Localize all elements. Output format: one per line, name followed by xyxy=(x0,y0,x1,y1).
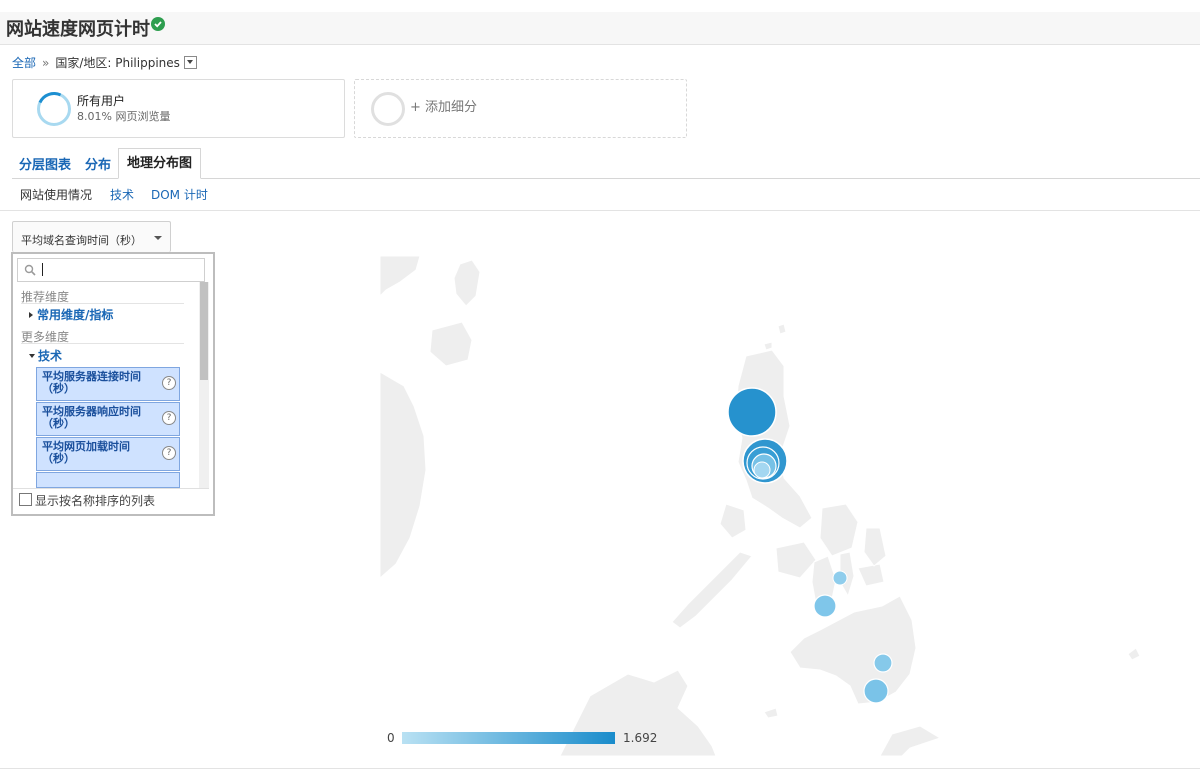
map-region-hainan xyxy=(429,321,473,367)
metric-selector[interactable]: 平均域名查询时间（秒） xyxy=(12,221,171,252)
map-bubble xyxy=(727,387,777,437)
group-divider xyxy=(21,303,184,304)
map-region-mindanao xyxy=(789,595,917,705)
metric-option-label: 平均服务器响应时间（秒） xyxy=(42,405,141,430)
text-cursor xyxy=(42,263,43,276)
map-bubble xyxy=(813,594,837,618)
map-bubble xyxy=(863,678,889,704)
breadcrumb: 全部 » 国家/地区: Philippines xyxy=(12,54,197,71)
help-icon[interactable]: ? xyxy=(162,376,176,390)
tab-distribution[interactable]: 分布 xyxy=(85,154,111,173)
segment-name: 所有用户 xyxy=(77,94,126,108)
tab-geo-map[interactable]: 地理分布图 xyxy=(118,148,202,179)
map-bubble xyxy=(832,570,848,586)
map-region-mindoro xyxy=(719,503,747,539)
tree-item-technology[interactable]: 技术 xyxy=(29,347,62,364)
map-region-vietnam xyxy=(380,371,427,579)
metric-picker-dropdown: 推荐维度 常用维度/指标 更多维度 技术 平均服务器连接时间（秒） ? 平均服务… xyxy=(11,252,215,516)
map-region-samar xyxy=(819,503,859,557)
subnav-technology[interactable]: 技术 xyxy=(110,186,134,203)
metric-option-label: 平均服务器连接时间（秒） xyxy=(42,370,141,395)
subnav-site-usage[interactable]: 网站使用情况 xyxy=(20,186,92,203)
map-region-bohol xyxy=(857,563,885,587)
segment-share: 8.01% 网页浏览量 xyxy=(77,110,171,123)
legend-min-value: 0 xyxy=(387,731,395,745)
picker-footer: 显示按名称排序的列表 xyxy=(13,488,209,513)
tab-hierarchy[interactable]: 分层图表 xyxy=(19,154,71,173)
map-region-mainland-coast xyxy=(380,256,421,297)
caret-right-icon xyxy=(29,312,33,318)
map-region-leyte xyxy=(863,527,887,567)
add-segment-button[interactable]: + 添加细分 xyxy=(410,96,477,115)
breadcrumb-filter: 国家/地区: Philippines xyxy=(55,56,180,70)
filter-dropdown-icon[interactable] xyxy=(183,56,197,69)
breadcrumb-root-link[interactable]: 全部 xyxy=(12,56,36,70)
metric-option-partial[interactable] xyxy=(36,472,180,488)
picker-scrollbar-thumb[interactable] xyxy=(200,282,208,380)
caret-down-icon xyxy=(29,354,35,358)
tree-item-technology-label: 技术 xyxy=(38,349,63,363)
view-tabs: 分层图表 分布 地理分布图 xyxy=(12,148,1200,179)
divider xyxy=(0,768,1200,769)
map-bubble xyxy=(873,653,893,673)
metric-option-label: 平均网页加载时间（秒） xyxy=(42,440,130,465)
map-region-east-islands xyxy=(1127,647,1141,661)
map-region-sulawesi xyxy=(879,725,942,756)
tree-item-common[interactable]: 常用维度/指标 xyxy=(29,306,113,323)
sort-by-name-checkbox[interactable] xyxy=(19,493,32,506)
map-region-palawan xyxy=(671,551,753,629)
map-region-taiwan xyxy=(453,259,481,307)
page-header: 网站速度网页计时 xyxy=(0,12,1200,45)
map-region-babuyan xyxy=(763,341,773,351)
search-icon xyxy=(24,264,36,276)
segment-card-all-users[interactable]: 所有用户 8.01% 网页浏览量 xyxy=(12,79,345,138)
help-icon[interactable]: ? xyxy=(162,411,176,425)
subnav-dom-timing[interactable]: DOM 计时 xyxy=(151,186,208,203)
map-region-batanes xyxy=(777,323,787,335)
page-title: 网站速度网页计时 xyxy=(6,19,150,40)
map-region-panay xyxy=(775,541,817,579)
tree-item-common-label: 常用维度/指标 xyxy=(37,308,114,322)
sort-by-name-label: 显示按名称排序的列表 xyxy=(35,494,156,508)
breadcrumb-separator: » xyxy=(42,56,50,70)
chevron-down-icon xyxy=(154,236,162,240)
metric-selector-value: 平均域名查询时间（秒） xyxy=(21,234,142,247)
map-bubble xyxy=(753,461,771,479)
group-divider xyxy=(21,343,184,344)
help-icon[interactable]: ? xyxy=(162,446,176,460)
map-region-sulu xyxy=(763,707,779,719)
legend-max-value: 1.692 xyxy=(623,731,658,745)
add-segment-card[interactable]: + 添加细分 xyxy=(354,79,687,138)
empty-segment-ring-icon xyxy=(371,92,405,126)
metric-option-page-load-time[interactable]: 平均网页加载时间（秒） ? xyxy=(36,437,180,471)
legend-color-scale xyxy=(402,732,615,744)
segment-ring-arc xyxy=(32,87,76,131)
map-region-luzon xyxy=(735,349,813,529)
metric-option-connect-time[interactable]: 平均服务器连接时间（秒） ? xyxy=(36,367,180,401)
metric-search-input[interactable] xyxy=(17,258,205,282)
metric-option-response-time[interactable]: 平均服务器响应时间（秒） ? xyxy=(36,402,180,436)
geo-map xyxy=(380,256,1141,756)
sub-navigation: 网站使用情况 技术 DOM 计时 xyxy=(0,178,1200,211)
verified-check-icon xyxy=(151,17,165,31)
